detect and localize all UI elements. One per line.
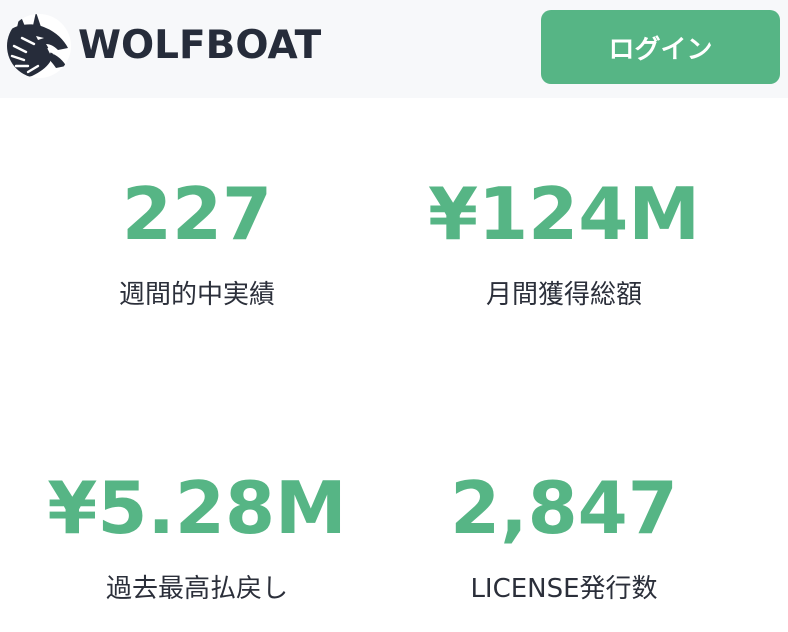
- brand-name[interactable]: WOLFBOAT: [78, 23, 321, 69]
- stat-label: 週間的中実績: [118, 280, 275, 310]
- stat-weekly-hits: 227 週間的中実績: [0, 172, 394, 312]
- stat-record-payout: ¥5.28M 過去最高払戻し: [0, 466, 394, 606]
- login-button[interactable]: ログイン: [541, 10, 780, 84]
- stat-value: ¥124M: [427, 172, 701, 256]
- wolf-head-icon[interactable]: [6, 10, 72, 80]
- stat-licenses-issued: 2,847 LICENSE発行数: [367, 466, 761, 606]
- stat-label: LICENSE発行数: [470, 574, 658, 604]
- stat-monthly-earnings: ¥124M 月間獲得総額: [367, 172, 761, 312]
- stat-value: 227: [121, 172, 273, 256]
- site-header: WOLFBOAT ログイン: [0, 0, 788, 98]
- stat-value: ¥5.28M: [47, 466, 347, 550]
- stat-value: 2,847: [450, 466, 678, 550]
- stat-label: 過去最高払戻し: [105, 574, 288, 604]
- stat-label: 月間獲得総額: [485, 280, 642, 310]
